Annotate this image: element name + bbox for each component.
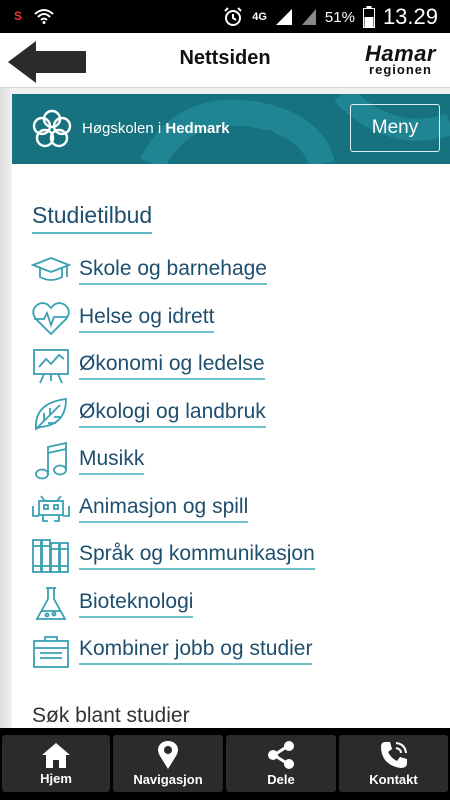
hogskolen-logo-icon xyxy=(32,109,72,148)
battery-percent: 51% xyxy=(324,8,355,26)
study-link-language[interactable]: Språk og kommunikasjon xyxy=(30,536,315,576)
battery-icon xyxy=(362,6,375,28)
nav-label: Kontakt xyxy=(369,772,418,787)
alarm-icon xyxy=(224,7,242,26)
clock: 13.29 xyxy=(382,4,438,29)
nav-label: Navigasjon xyxy=(133,772,203,787)
nav-home-button[interactable]: Hjem xyxy=(2,735,110,792)
study-link-music[interactable]: Musikk xyxy=(30,441,145,481)
map-pin-icon xyxy=(158,741,178,769)
section-title: Studietilbud xyxy=(32,202,153,234)
nav-contact-button[interactable]: Kontakt xyxy=(339,735,448,792)
study-link-label: Økonomi og ledelse xyxy=(79,352,265,380)
signal-icon xyxy=(275,9,292,25)
music-note-icon xyxy=(30,441,72,481)
search-studies-heading: Søk blant studier xyxy=(32,704,190,727)
study-link-label: Musikk xyxy=(79,447,145,475)
study-link-economy[interactable]: Økonomi og ledelse xyxy=(30,346,265,386)
study-link-label: Kombiner jobb og studier xyxy=(79,637,313,665)
nav-label: Dele xyxy=(267,772,295,787)
status-bar: S 4G 51% 13.29 xyxy=(0,0,450,33)
home-icon xyxy=(42,743,70,768)
study-link-animation[interactable]: Animasjon og spill xyxy=(30,489,249,529)
study-link-school[interactable]: Skole og barnehage xyxy=(30,251,267,291)
study-link-ecology[interactable]: Økologi og landbruk xyxy=(30,394,266,434)
study-link-health[interactable]: Helse og idrett xyxy=(30,299,215,339)
no-sim-signal-icon xyxy=(301,9,316,25)
school-name[interactable]: Høgskolen i Hedmark xyxy=(82,120,230,137)
share-icon xyxy=(268,741,294,769)
briefcase-icon xyxy=(30,631,72,671)
nav-share-button[interactable]: Dele xyxy=(226,735,336,792)
study-link-label: Animasjon og spill xyxy=(79,495,249,523)
school-campus: Hedmark xyxy=(165,120,230,137)
study-link-work-study[interactable]: Kombiner jobb og studier xyxy=(30,631,313,671)
notification-s-icon: S xyxy=(14,9,23,23)
heart-pulse-icon xyxy=(30,299,72,339)
chart-board-icon xyxy=(30,346,72,386)
network-type: 4G xyxy=(252,10,267,23)
site-banner: Høgskolen i Hedmark Meny xyxy=(12,94,450,164)
study-link-label: Skole og barnehage xyxy=(79,257,267,285)
menu-button[interactable]: Meny xyxy=(350,104,440,152)
school-prefix: Høgskolen i xyxy=(82,120,166,137)
nav-navigation-button[interactable]: Navigasjon xyxy=(113,735,223,792)
page-edge xyxy=(0,88,12,728)
flask-icon xyxy=(30,584,72,624)
books-icon xyxy=(30,536,72,576)
study-link-label: Bioteknologi xyxy=(79,590,194,618)
webview-content[interactable]: Høgskolen i Hedmark Meny Studietilbud Sk… xyxy=(12,94,450,728)
wifi-icon xyxy=(34,9,54,24)
bottom-nav: Hjem Navigasjon Dele Kontakt xyxy=(0,728,450,800)
study-link-label: Helse og idrett xyxy=(79,305,215,333)
phone-icon xyxy=(380,742,407,768)
app-header: Nettsiden Hamar regionen xyxy=(0,33,450,88)
nav-label: Hjem xyxy=(40,771,72,786)
logo-line2: regionen xyxy=(369,62,432,77)
study-link-label: Økologi og landbruk xyxy=(79,400,266,428)
leaf-icon xyxy=(30,394,72,434)
study-link-biotech[interactable]: Bioteknologi xyxy=(30,584,194,624)
space-invader-icon xyxy=(30,489,72,529)
graduation-cap-icon xyxy=(30,251,72,291)
hamarregionen-logo: Hamar regionen xyxy=(365,43,436,77)
study-link-label: Språk og kommunikasjon xyxy=(79,542,315,570)
